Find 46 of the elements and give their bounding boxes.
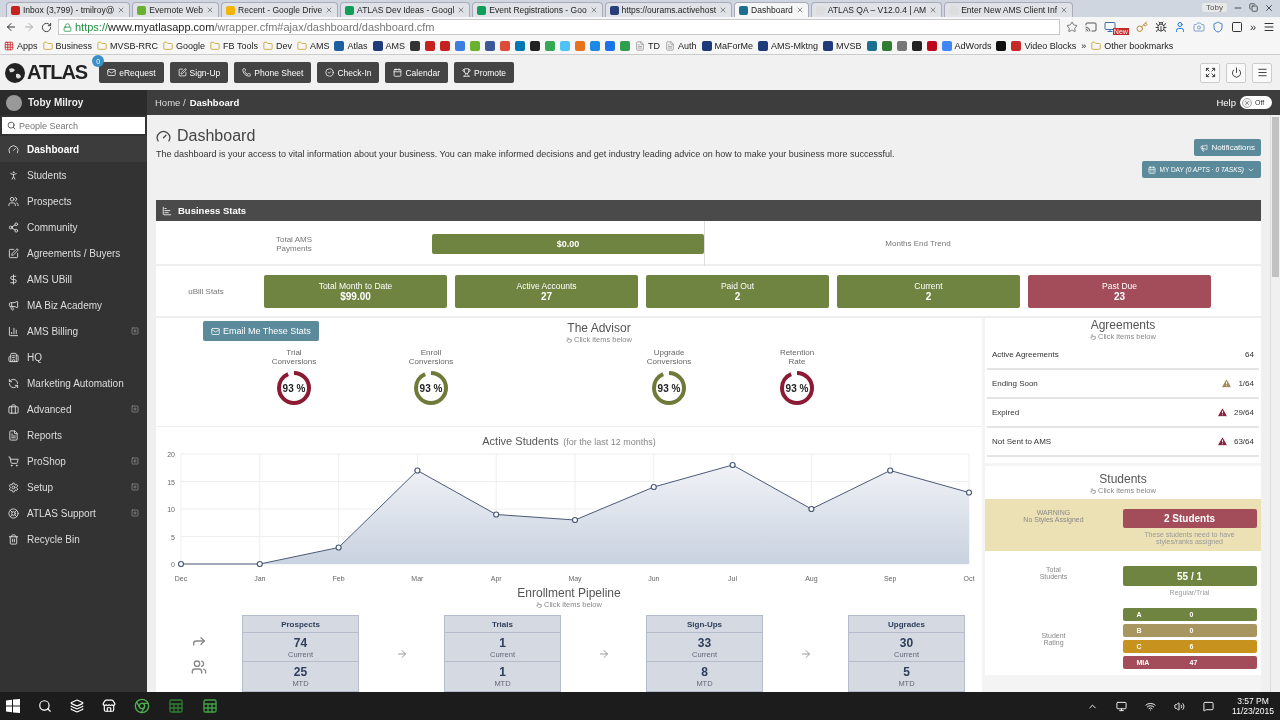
tab-title: Event Registrations - Goo bbox=[489, 5, 587, 15]
gauge-label: Upgrade Conversions bbox=[645, 348, 693, 366]
gauge-value: 93 % bbox=[282, 382, 306, 394]
tab-title: Recent - Google Drive bbox=[238, 5, 323, 15]
stat-label: Months End Trend bbox=[885, 239, 951, 248]
tab-title: Inbox (3,799) - tmilroy@ bbox=[23, 5, 115, 15]
section-title: Students bbox=[1099, 472, 1147, 486]
gauge-label: Trial Conversions bbox=[270, 348, 318, 366]
tab-title: ATLAS QA – V12.0.4 | AM bbox=[827, 5, 927, 15]
gauge-value: 93 % bbox=[785, 382, 809, 394]
chart-subtitle: (for the last 12 months) bbox=[563, 437, 656, 447]
page-title: Dashboard bbox=[156, 127, 1133, 145]
count-value: 33 bbox=[697, 635, 712, 650]
agreement-value: 63/64 bbox=[1233, 437, 1254, 446]
count-value: 74 bbox=[293, 635, 308, 650]
count-value: 1 bbox=[499, 635, 506, 650]
count-value: 1 bbox=[499, 665, 506, 679]
tab-title: Dashboard bbox=[751, 5, 793, 15]
agreement-value: 64 bbox=[1245, 350, 1254, 359]
gauge-value: 93 % bbox=[419, 382, 443, 394]
panel-title: Business Stats bbox=[156, 200, 1261, 221]
clock-date: 11/23/2015 bbox=[1232, 706, 1274, 716]
breadcrumb-current: Dashboard bbox=[189, 97, 240, 108]
tab-title: https://ourams.activehost bbox=[621, 5, 717, 15]
gauge-label: Enroll Conversions bbox=[407, 348, 455, 366]
stat-label: uBill Stats bbox=[187, 286, 225, 296]
gauge-label: Retention Rate bbox=[778, 348, 816, 366]
stat-label: Total AMS Payments bbox=[275, 234, 313, 253]
section-title: Enrollment Pipeline bbox=[517, 586, 621, 600]
help-label: Help bbox=[1216, 97, 1236, 108]
user-name: Toby Milroy bbox=[28, 97, 84, 108]
count-value: 8 bbox=[701, 665, 708, 679]
count-value: 5 bbox=[903, 665, 910, 679]
agreement-value: 1/64 bbox=[1238, 379, 1254, 388]
chart-title: Active Students bbox=[482, 435, 559, 447]
page-description: The dashboard is your access to vital information about your business. You can make informed decisions and get industry leading advice on how to make your business more successful. bbox=[156, 149, 896, 159]
count-value: 25 bbox=[293, 665, 308, 679]
count-value: 30 bbox=[899, 635, 914, 650]
gauge-value: 93 % bbox=[657, 382, 681, 394]
tab-title: ATLAS Dev Ideas - Googl bbox=[357, 5, 455, 15]
tab-title: Enter New AMS Client Inf bbox=[961, 5, 1058, 15]
tab-title: Evernote Web bbox=[149, 5, 203, 15]
agreement-value: 29/64 bbox=[1233, 408, 1254, 417]
clock-time: 3:57 PM bbox=[1237, 696, 1269, 706]
section-title: The Advisor bbox=[567, 321, 631, 335]
section-title: Agreements bbox=[1090, 318, 1156, 332]
